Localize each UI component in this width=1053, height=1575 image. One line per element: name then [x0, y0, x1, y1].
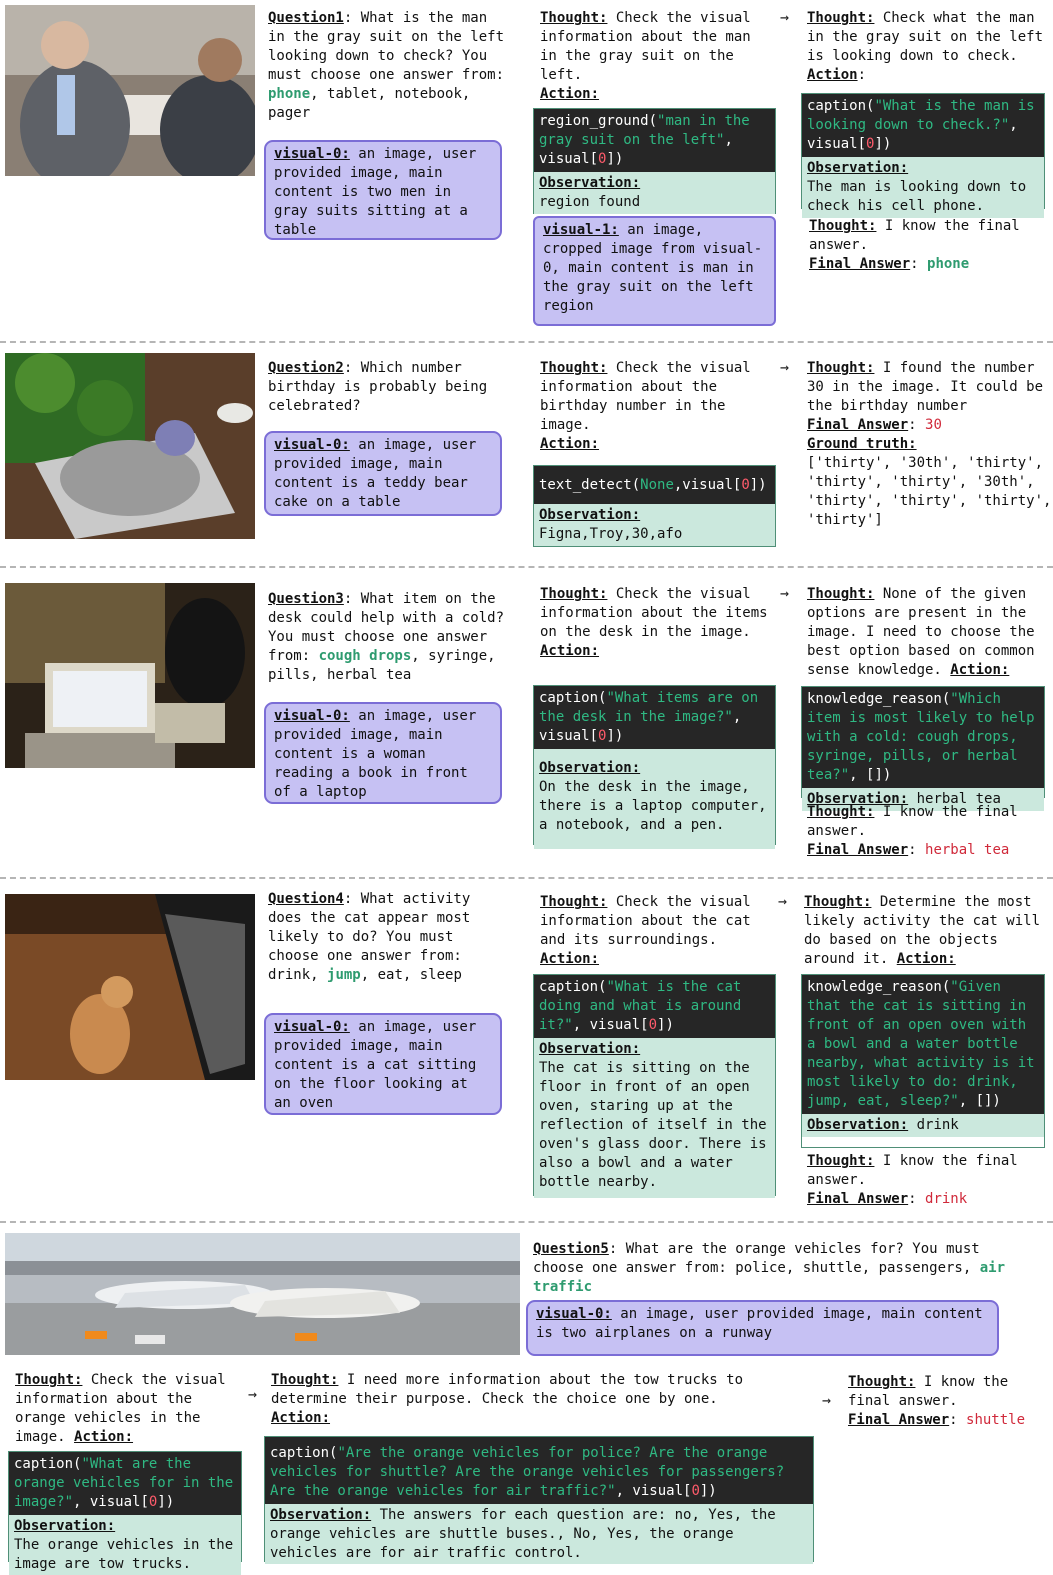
separator — [0, 1221, 1053, 1223]
observation-1-q1: Observation: region found — [534, 172, 775, 214]
visual-0-box-q3: visual-0: an image, user provided image,… — [264, 702, 502, 804]
step-panel-q5: caption("What are the orange vehicles fo… — [8, 1451, 242, 1575]
visual-0-box-q2: visual-0: an image, user provided image,… — [264, 431, 502, 516]
photo-two-men-in-suits — [5, 5, 255, 176]
question-3: Question3: What item on the desk could h… — [268, 591, 505, 683]
arrow-right-icon: → — [822, 1391, 832, 1409]
final-q4: Thought: I know the final answer. Final … — [807, 1153, 1018, 1207]
question-5: Question5: What are the orange vehicles … — [533, 1241, 1006, 1295]
visual-1-box-q1: visual-1: an image, cropped image from v… — [533, 216, 776, 326]
thought-2-q3: Thought: None of the given options are p… — [807, 586, 1035, 678]
thought-2-q4: Thought: Determine the most likely activ… — [804, 894, 1041, 967]
arrow-right-icon: → — [780, 584, 790, 602]
step-panel-2-q3: knowledge_reason("Which item is most lik… — [801, 686, 1045, 811]
step-panel-q3: caption("What items are on the desk in t… — [533, 685, 776, 849]
visual-0-box-q1: visual-0: an image, user provided image,… — [264, 140, 502, 240]
code-knowledge-reason-q4: knowledge_reason("Given that the cat is … — [802, 975, 1044, 1114]
thought-1-q5: Thought: Check the visual information ab… — [15, 1372, 226, 1445]
observation-1-q2: Observation: Figna,Troy,30,afo — [534, 504, 775, 546]
code-region-ground-q1: region_ground("man in the gray suit on t… — [534, 109, 775, 172]
thought-2-q1: Thought: Check what the man in the gray … — [807, 10, 1044, 83]
step-panel-q4: caption("What is the cat doing and what … — [533, 974, 776, 1198]
separator — [0, 566, 1053, 568]
arrow-right-icon: → — [780, 8, 790, 26]
final-q2: Thought: I found the number 30 in the im… — [807, 360, 1052, 528]
separator — [0, 877, 1053, 879]
code-text-detect-q2: text_detect(None,visual[0]) — [534, 466, 775, 504]
final-q1: Thought: I know the final answer. Final … — [809, 218, 1020, 272]
observation-2-q4: Observation: drink — [802, 1114, 1044, 1137]
observation-1-q3: Observation: On the desk in the image, th… — [534, 749, 775, 849]
thought-1-q2: Thought: Check the visual information ab… — [540, 360, 751, 452]
question-1: Question1: What is the man in the gray s… — [268, 10, 505, 121]
visual-0-box-q5: visual-0: an image, user provided image,… — [526, 1300, 999, 1356]
observation-1-q4: Observation: The cat is sitting on the fl… — [534, 1038, 775, 1198]
code-caption-2-q5: caption("Are the orange vehicles for pol… — [265, 1437, 813, 1504]
code-knowledge-reason-q3: knowledge_reason("Which item is most lik… — [802, 687, 1044, 788]
step-panel-q2: text_detect(None,visual[0]) Observation:… — [533, 465, 776, 547]
final-q3: Thought: I know the final answer. Final … — [807, 804, 1018, 858]
photo-cat-oven — [5, 894, 255, 1080]
code-caption-q1: caption("What is the man is looking down… — [802, 94, 1044, 157]
question-4: Question4: What activity does the cat ap… — [268, 891, 471, 983]
photo-woman-laptop — [5, 583, 255, 768]
final-q5: Thought: I know the final answer. Final … — [848, 1374, 1026, 1428]
observation-2-q1: Observation: The man is looking down to c… — [802, 157, 1044, 218]
thought-2-q5: Thought: I need more information about t… — [271, 1372, 744, 1426]
observation-2-q5: Observation: The answers for each questi… — [265, 1504, 813, 1564]
thought-1-q1: Thought: Check the visual information ab… — [540, 10, 751, 102]
question-2: Question2: Which number birthday is prob… — [268, 360, 488, 414]
step-panel-2-q4: knowledge_reason("Given that the cat is … — [801, 974, 1045, 1148]
step-panel-2-q1: caption("What is the man is looking down… — [801, 93, 1045, 218]
photo-teddy-bear-cake — [5, 353, 255, 539]
separator — [0, 341, 1053, 343]
photo-airplanes-runway — [5, 1233, 520, 1355]
code-caption-q5: caption("What are the orange vehicles fo… — [9, 1452, 241, 1515]
arrow-right-icon: → — [780, 358, 790, 376]
arrow-right-icon: → — [778, 892, 788, 910]
thought-1-q3: Thought: Check the visual information ab… — [540, 586, 768, 659]
thought-1-q4: Thought: Check the visual information ab… — [540, 894, 751, 967]
visual-0-box-q4: visual-0: an image, user provided image,… — [264, 1013, 502, 1115]
step-panel-q1: region_ground("man in the gray suit on t… — [533, 108, 776, 214]
step-panel-2-q5: caption("Are the orange vehicles for pol… — [264, 1436, 814, 1564]
observation-1-q5: Observation: The orange vehicles in the i… — [9, 1515, 241, 1575]
code-caption-q4: caption("What is the cat doing and what … — [534, 975, 775, 1038]
code-caption-q3: caption("What items are on the desk in t… — [534, 686, 775, 749]
arrow-right-icon: → — [248, 1385, 258, 1403]
